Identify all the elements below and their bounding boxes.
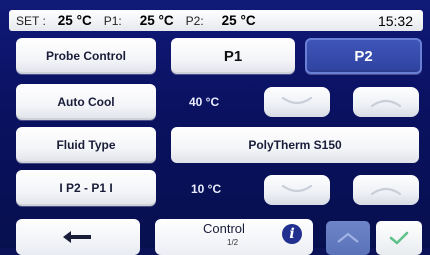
back-button[interactable] [16, 219, 140, 255]
tab-p2[interactable]: P2 [305, 38, 422, 74]
status-bar: SET : 25 °C P1: 25 °C P2: 25 °C 15:32 [9, 10, 423, 31]
p2-minus-p1-increase-button[interactable] [353, 175, 419, 205]
set-value: 25 °C [57, 13, 92, 28]
chevron-up-icon [370, 99, 402, 108]
tab-p1[interactable]: P1 [171, 38, 295, 74]
auto-cool-decrease-button[interactable] [264, 87, 330, 117]
p2-label: P2: [185, 13, 204, 28]
tab-p1-label: P1 [223, 47, 243, 65]
control-label: Control [203, 221, 245, 236]
chevron-down-icon [281, 184, 313, 193]
auto-cool-increase-button[interactable] [353, 87, 419, 117]
clock-time: 15:32 [377, 12, 413, 29]
p2-minus-p1-label: I P2 - P1 I [59, 181, 113, 195]
tab-p2-label: P2 [354, 47, 373, 65]
fluid-type-label: Fluid Type [56, 138, 116, 152]
control-menu-button[interactable]: Control 1/2 i [155, 219, 313, 255]
p2-value: 25 °C [221, 13, 256, 28]
auto-cool-button[interactable]: Auto Cool [16, 84, 156, 120]
set-label: SET : [16, 13, 46, 28]
p2-minus-p1-decrease-button[interactable] [264, 175, 330, 205]
control-screen: SET : 25 °C P1: 25 °C P2: 25 °C 15:32 Pr… [0, 0, 430, 255]
p1-value: 25 °C [139, 13, 174, 28]
probe-control-label: Probe Control [46, 49, 126, 63]
fluid-type-value: PolyTherm S150 [248, 138, 342, 152]
confirm-button[interactable] [376, 221, 422, 255]
info-icon[interactable]: i [282, 224, 302, 244]
chevron-up-icon [337, 232, 359, 243]
probe-control-button[interactable]: Probe Control [16, 38, 156, 74]
fluid-type-selector[interactable]: PolyTherm S150 [171, 127, 419, 163]
auto-cool-value: 40 °C [189, 95, 220, 109]
auto-cool-label: Auto Cool [57, 95, 115, 109]
chevron-down-icon [281, 96, 313, 105]
chevron-up-icon [370, 187, 402, 196]
scroll-up-button[interactable] [326, 221, 370, 255]
back-arrow-icon [63, 231, 91, 243]
check-icon [389, 231, 409, 245]
p2-minus-p1-button[interactable]: I P2 - P1 I [16, 170, 156, 206]
p1-label: P1: [103, 13, 122, 28]
fluid-type-button[interactable]: Fluid Type [16, 127, 156, 163]
p2-minus-p1-value: 10 °C [191, 182, 222, 196]
control-page-indicator: 1/2 [227, 238, 239, 247]
